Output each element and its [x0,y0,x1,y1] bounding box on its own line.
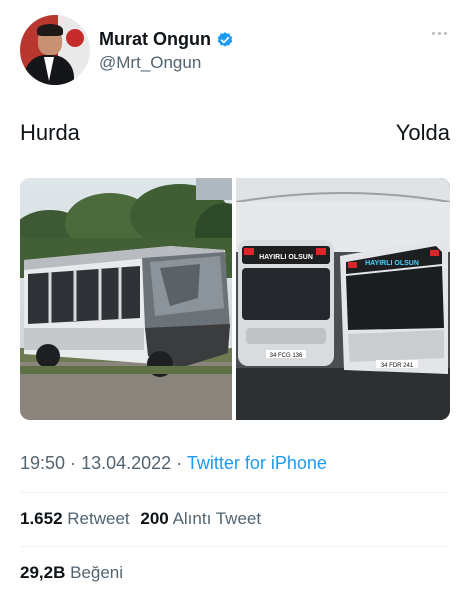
retweet-label: Retweet [67,509,130,528]
author-name-row[interactable]: Murat Ongun [99,29,234,50]
tweet-media[interactable]: HAYIRLI OLSUN 34 FCG 136 HAYIRLI OLSUN 3… [20,178,450,420]
author-display-name[interactable]: Murat Ongun [99,29,211,50]
avatar-hair [37,24,63,36]
author-handle[interactable]: @Mrt_Ongun [99,53,201,73]
caption-left: Hurda [20,120,80,145]
tweet-time[interactable]: 19:50 [20,453,65,473]
quote-stat[interactable]: 200 Alıntı Tweet [140,509,261,528]
tweet-date[interactable]: 13.04.2022 [81,453,171,473]
divider [20,492,450,493]
quote-label: Alıntı Tweet [172,509,262,528]
tweet-header: Murat Ongun @Mrt_Ongun [20,15,450,87]
tweet-source-link[interactable]: Twitter for iPhone [187,453,327,473]
like-count: 29,2B [20,563,66,582]
new-buses-photo[interactable]: HAYIRLI OLSUN 34 FCG 136 HAYIRLI OLSUN 3… [236,178,450,420]
verified-badge-icon [216,31,234,49]
like-stat[interactable]: 29,2B Beğeni [20,563,123,582]
retweet-stat[interactable]: 1.652 Retweet [20,509,134,528]
avatar[interactable] [20,15,90,85]
right-bus-plate: 34 FDR 241 [381,363,414,369]
wrecked-bus-photo[interactable] [20,178,232,420]
divider [20,546,450,547]
right-bus-sign: HAYIRLI OLSUN [365,260,419,267]
more-options-icon[interactable] [428,27,450,39]
meta-separator: · [70,453,77,473]
retweet-count: 1.652 [20,509,63,528]
caption-right: Yolda [395,120,450,145]
stats-row-retweets: 1.652 Retweet 200 Alıntı Tweet [20,509,261,529]
left-bus-plate: 34 FCG 136 [270,353,303,359]
like-label: Beğeni [70,563,124,582]
municipality-logo-icon [66,29,84,47]
quote-count: 200 [140,509,169,528]
stats-row-likes: 29,2B Beğeni [20,563,123,583]
meta-separator-2: · [176,453,183,473]
left-bus-sign: HAYIRLI OLSUN [259,254,313,261]
tweet-timestamp: 19:50 · 13.04.2022 · Twitter for iPhone [20,453,327,474]
